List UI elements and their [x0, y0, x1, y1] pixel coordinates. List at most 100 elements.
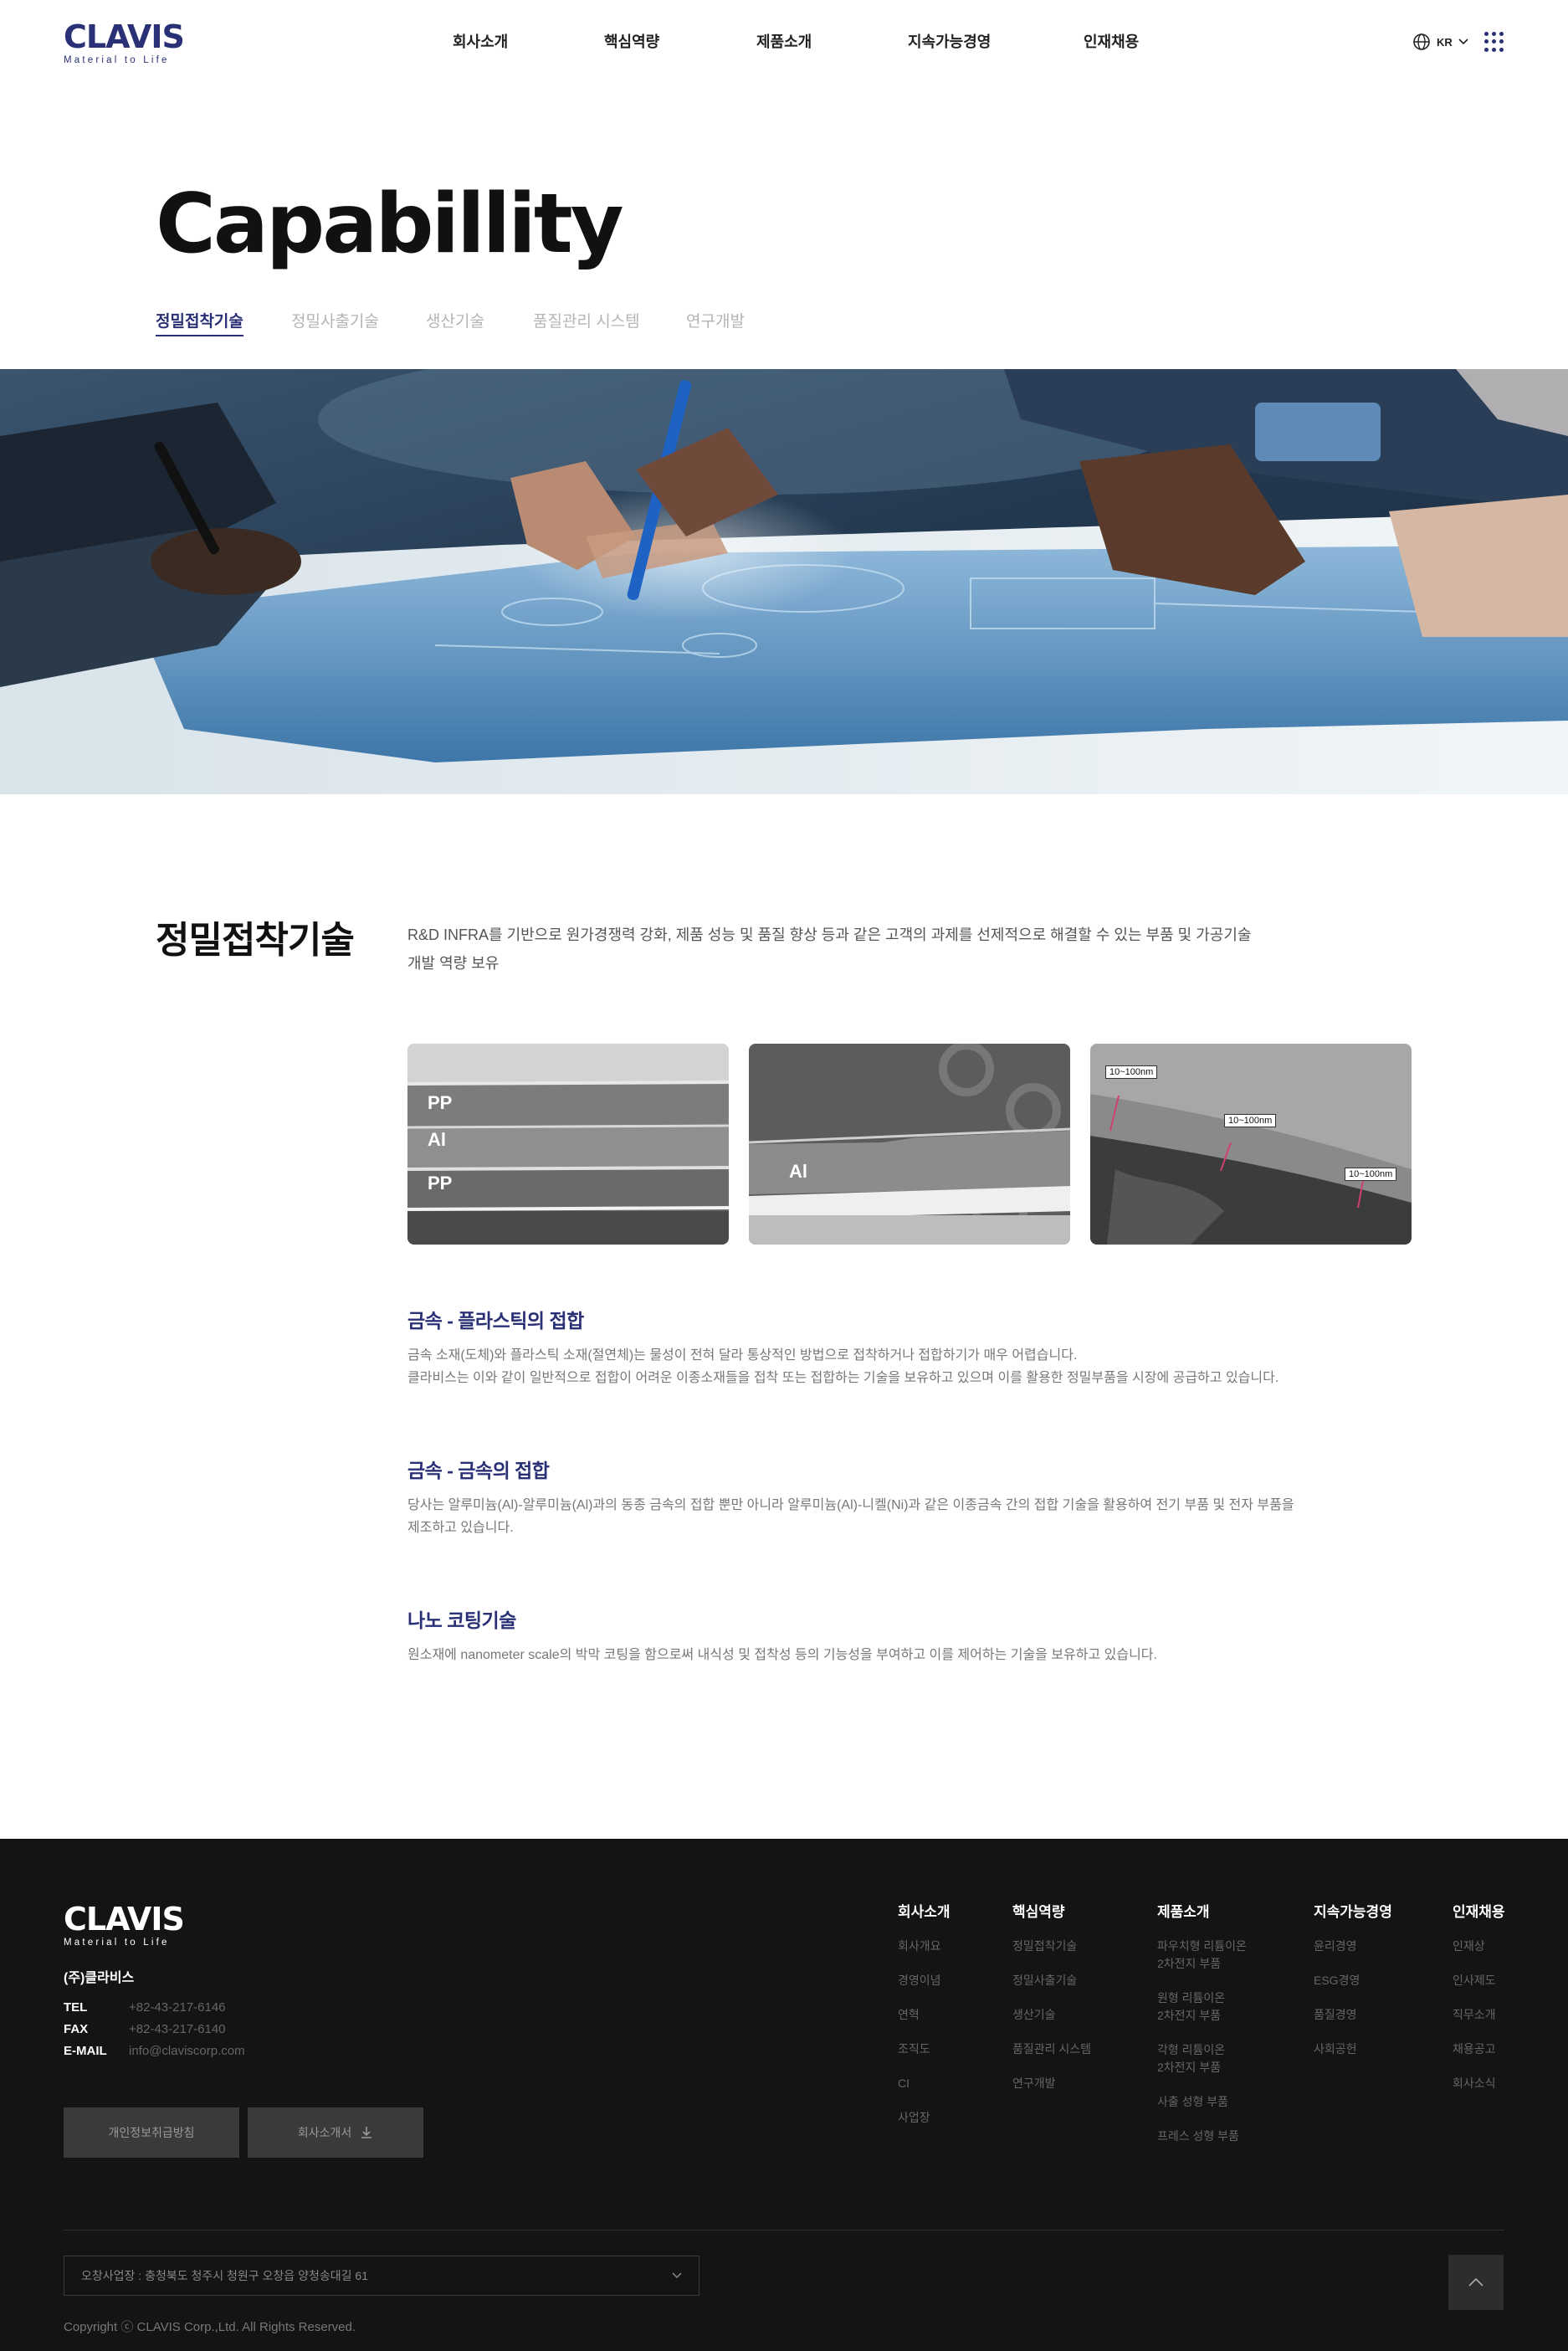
capability-item-desc: 원소재에 nanometer scale의 박막 코팅을 함으로써 내식성 및 …: [407, 1644, 1412, 1666]
footer-col-title[interactable]: 지속가능경영: [1314, 1903, 1392, 1922]
capability-item: 금속 - 금속의 접합 당사는 알루미늄(Al)-알루미늄(Al)과의 동종 금…: [407, 1457, 1412, 1539]
logo-tagline: Material to Life: [64, 55, 170, 65]
footer-link[interactable]: 경영이념: [898, 1972, 951, 1989]
scroll-to-top-button[interactable]: [1448, 2255, 1504, 2310]
footer-link[interactable]: 생산기술: [1012, 2006, 1091, 2024]
nav-products[interactable]: 제품소개: [756, 30, 812, 52]
footer-logo-tagline: Material to Life: [64, 1938, 170, 1948]
site-footer: CLAVIS Material to Life (주)클라비스 TEL +82-…: [0, 1839, 1568, 2351]
footer-link[interactable]: 조직도: [898, 2040, 951, 2058]
footer-col-capability: 핵심역량 정밀접착기술 정밀사출기술 생산기술 품질관리 시스템 연구개발: [1012, 1903, 1091, 2109]
capability-item-line: 원소재에 nanometer scale의 박막 코팅을 함으로써 내식성 및 …: [407, 1648, 1157, 1662]
footer-link[interactable]: 연구개발: [1012, 2075, 1091, 2092]
footer-col-products: 제품소개 파우치형 리튬이온 2차전지 부품 원형 리튬이온 2차전지 부품 각형 …: [1157, 1903, 1247, 2162]
privacy-policy-label: 개인정보취급방침: [108, 2126, 195, 2139]
footer-link[interactable]: 품질경영: [1314, 2006, 1392, 2024]
nav-company[interactable]: 회사소개: [453, 30, 508, 52]
nav-sustainability[interactable]: 지속가능경영: [908, 30, 991, 52]
capability-item-line: 금속 소재(도체)와 플라스틱 소재(절연체)는 물성이 전혀 달라 통상적인 …: [407, 1348, 1078, 1363]
section-title: 정밀접착기술: [156, 920, 355, 961]
tem-photo-nano-coating: 10~100nm 10~100nm 10~100nm: [1090, 1044, 1412, 1245]
capability-item-desc: 당사는 알루미늄(Al)-알루미늄(Al)과의 동종 금속의 접합 뿐만 아니라…: [407, 1494, 1412, 1539]
footer-link[interactable]: 정밀접착기술: [1012, 1938, 1091, 1955]
contact-label: FAX: [64, 2021, 89, 2036]
capability-item-title: 나노 코팅기술: [407, 1609, 516, 1631]
brochure-download-button[interactable]: 회사소개서: [248, 2107, 423, 2158]
footer-col-company: 회사소개 회사개요 경영이념 연혁 조직도 CI 사업장: [898, 1903, 951, 2143]
chevron-down-icon: [672, 2272, 682, 2279]
capability-item-line: 당사는 알루미늄(Al)-알루미늄(Al)과의 동종 금속의 접합 뿐만 아니라…: [407, 1498, 1294, 1512]
brochure-label: 회사소개서: [297, 2126, 352, 2139]
copyright: Copyright ⓒ CLAVIS Corp.,Ltd. All Rights…: [64, 2320, 356, 2334]
address-select[interactable]: 오창사업장 : 충청북도 청주시 청원구 오창읍 양청송대길 61: [64, 2256, 699, 2296]
contact-label: E-MAIL: [64, 2043, 107, 2058]
footer-col-title[interactable]: 회사소개: [898, 1903, 951, 1922]
sem-photo-pp-al-pp: PP Al PP: [407, 1044, 729, 1245]
footer-col-recruit: 인재채용 인재상 인사제도 직무소개 채용공고 회사소식: [1453, 1903, 1505, 2109]
tab-adhesion[interactable]: 정밀접착기술: [156, 311, 243, 336]
thickness-label: 10~100nm: [1224, 1114, 1277, 1127]
hero-photo: [0, 369, 1568, 794]
capability-item-line: 제조하고 있습니다.: [407, 1521, 514, 1535]
company-name: (주)클라비스: [64, 1971, 135, 1985]
footer-col-title[interactable]: 핵심역량: [1012, 1903, 1091, 1922]
section-description-line: 개발 역량 보유: [407, 955, 500, 972]
nav-recruit[interactable]: 인재채용: [1084, 30, 1139, 52]
footer-link[interactable]: 사출 성형 부품: [1157, 2093, 1247, 2111]
footer-link[interactable]: 직무소개: [1453, 2006, 1505, 2024]
contact-row: E-MAIL info@claviscorp.com: [64, 2040, 245, 2061]
tab-production[interactable]: 생산기술: [426, 311, 484, 333]
footer-logo-word: CLAVIS: [64, 1901, 185, 1938]
footer-link[interactable]: CI: [898, 2075, 951, 2092]
site-header: CLAVIS Material to Life 회사소개 핵심역량 제품소개 지…: [0, 0, 1568, 84]
capability-item-title: 금속 - 금속의 접합: [407, 1460, 550, 1481]
footer-link[interactable]: 채용공고: [1453, 2040, 1505, 2058]
footer-col-sustainability: 지속가능경영 윤리경영 ESG경영 품질경영 사회공헌: [1314, 1903, 1392, 2075]
footer-link[interactable]: 각형 리튬이온 2차전지 부품: [1157, 2041, 1247, 2076]
footer-link[interactable]: 파우치형 리튬이온 2차전지 부품: [1157, 1938, 1247, 1973]
sem-photo-al: Al: [749, 1044, 1070, 1245]
main-nav: 회사소개 핵심역량 제품소개 지속가능경영 인재채용: [0, 30, 1568, 54]
contact-label: TEL: [64, 1999, 88, 2015]
layer-label: Al: [789, 1161, 807, 1182]
footer-link[interactable]: 사업장: [898, 2109, 951, 2127]
section-description: R&D INFRA를 기반으로 원가경쟁력 강화, 제품 성능 및 품질 향상 …: [407, 921, 1278, 978]
language-selector[interactable]: KR: [1412, 30, 1468, 54]
privacy-policy-button[interactable]: 개인정보취급방침: [64, 2107, 239, 2158]
layer-label: PP: [428, 1173, 453, 1193]
globe-icon: [1413, 33, 1430, 50]
language-label: KR: [1437, 35, 1453, 49]
capability-item-line: 클라비스는 이와 같이 일반적으로 접합이 어려운 이종소재들을 접착 또는 접…: [407, 1371, 1279, 1385]
contact-value: +82-43-217-6146: [129, 1999, 226, 2015]
capability-item: 금속 - 플라스틱의 접합 금속 소재(도체)와 플라스틱 소재(절연체)는 물…: [407, 1307, 1412, 1389]
footer-link[interactable]: 연혁: [898, 2006, 951, 2024]
footer-col-title[interactable]: 인재채용: [1453, 1903, 1505, 1922]
nav-capability[interactable]: 핵심역량: [604, 30, 659, 52]
layer-label: Al: [428, 1129, 446, 1150]
footer-link[interactable]: 윤리경영: [1314, 1938, 1392, 1955]
footer-link[interactable]: 사회공헌: [1314, 2040, 1392, 2058]
contact-row: TEL +82-43-217-6146: [64, 1996, 245, 2018]
contact-row: FAX +82-43-217-6140: [64, 2018, 245, 2040]
footer-link[interactable]: 인재상: [1453, 1938, 1505, 1955]
footer-link[interactable]: 인사제도: [1453, 1972, 1505, 1989]
contact-value: +82-43-217-6140: [129, 2021, 226, 2036]
chevron-down-icon: [1458, 38, 1468, 45]
footer-link[interactable]: 회사개요: [898, 1938, 951, 1955]
footer-col-title[interactable]: 제품소개: [1157, 1903, 1247, 1922]
footer-link[interactable]: 품질관리 시스템: [1012, 2040, 1091, 2058]
section-description-line: R&D INFRA를 기반으로 원가경쟁력 강화, 제품 성능 및 품질 향상 …: [407, 927, 1252, 943]
grid-menu-icon[interactable]: [1484, 32, 1504, 52]
thickness-label: 10~100nm: [1345, 1168, 1397, 1181]
footer-link[interactable]: 프레스 성형 부품: [1157, 2128, 1247, 2145]
footer-link[interactable]: 원형 리튬이온 2차전지 부품: [1157, 1989, 1247, 2025]
layer-label: PP: [428, 1092, 453, 1113]
footer-link[interactable]: 회사소식: [1453, 2075, 1505, 2092]
tab-injection[interactable]: 정밀사출기술: [291, 311, 379, 333]
contact-value[interactable]: info@claviscorp.com: [129, 2044, 245, 2058]
footer-link[interactable]: 정밀사출기술: [1012, 1972, 1091, 1989]
footer-link[interactable]: ESG경영: [1314, 1972, 1392, 1989]
tab-rnd[interactable]: 연구개발: [686, 311, 745, 333]
tab-quality[interactable]: 품질관리 시스템: [533, 311, 640, 333]
footer-logo[interactable]: CLAVIS Material to Life: [64, 1901, 185, 1948]
